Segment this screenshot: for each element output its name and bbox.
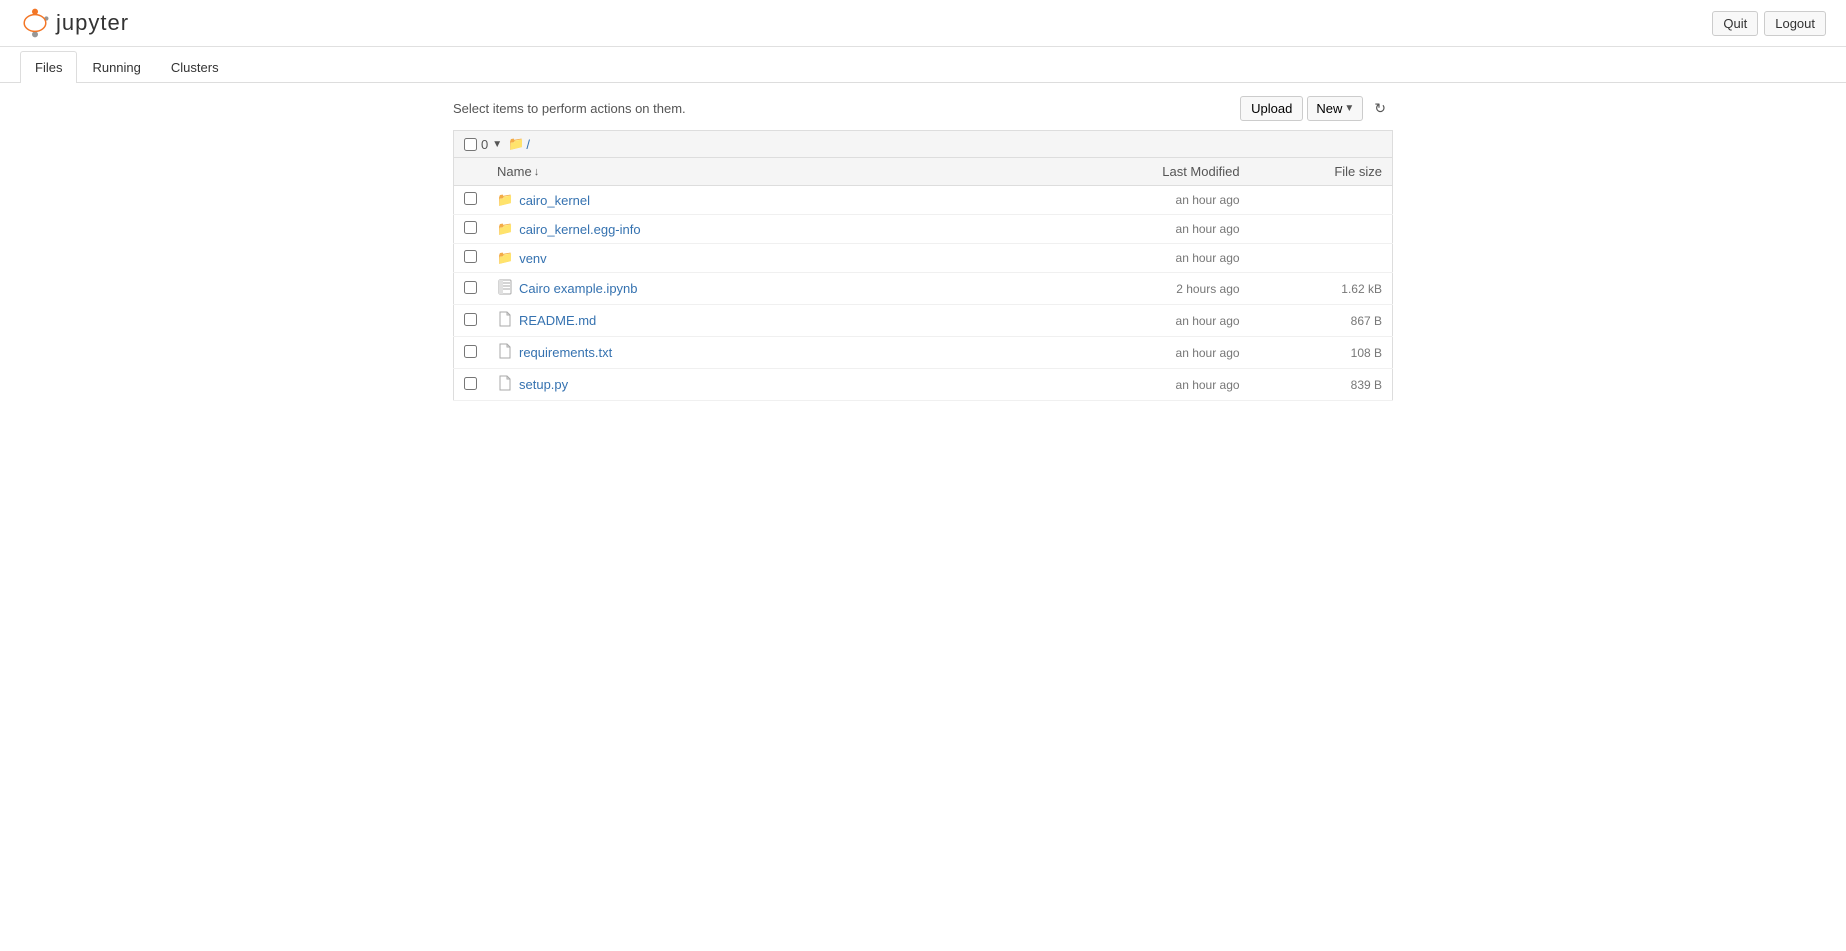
file-link[interactable]: requirements.txt (519, 345, 612, 360)
select-all-checkbox[interactable] (464, 138, 477, 151)
new-button[interactable]: New ▼ (1307, 96, 1363, 121)
selected-count: 0 (481, 137, 488, 152)
table-row: 📁 cairo_kernel an hour ago (454, 186, 1393, 215)
row-size-cell (1260, 186, 1393, 215)
file-icon (497, 375, 513, 394)
row-checkbox-cell (454, 337, 488, 369)
folder-icon: 📁 (497, 221, 513, 237)
tab-running[interactable]: Running (77, 51, 155, 83)
row-checkbox-cell (454, 244, 488, 273)
row-modified-cell: an hour ago (1050, 244, 1259, 273)
table-row: README.md an hour ago867 B (454, 305, 1393, 337)
table-row: Cairo example.ipynb 2 hours ago1.62 kB (454, 273, 1393, 305)
row-name-cell: 📁 cairo_kernel.egg-info (487, 215, 1050, 244)
row-checkbox-cell (454, 369, 488, 401)
upload-button[interactable]: Upload (1240, 96, 1303, 121)
dropdown-arrow[interactable]: ▼ (492, 139, 502, 150)
row-size-cell: 108 B (1260, 337, 1393, 369)
row-name-cell: README.md (487, 305, 1050, 337)
row-modified-cell: an hour ago (1050, 215, 1259, 244)
refresh-button[interactable]: ↻ (1367, 95, 1393, 122)
row-checkbox[interactable] (464, 250, 477, 263)
app-title: jupyter (56, 10, 129, 36)
notebook-icon (497, 279, 513, 298)
row-name-cell: setup.py (487, 369, 1050, 401)
row-checkbox[interactable] (464, 313, 477, 326)
row-modified-cell: an hour ago (1050, 369, 1259, 401)
header: jupyter Quit Logout (0, 0, 1846, 47)
row-name-cell: 📁 cairo_kernel (487, 186, 1050, 215)
file-link[interactable]: setup.py (519, 377, 568, 392)
tabs-bar: Files Running Clusters (0, 51, 1846, 83)
table-control-row: 0 ▼ 📁 / (453, 130, 1393, 157)
row-checkbox-cell (454, 186, 488, 215)
tab-files[interactable]: Files (20, 51, 77, 83)
row-size-cell: 839 B (1260, 369, 1393, 401)
row-modified-cell: 2 hours ago (1050, 273, 1259, 305)
file-link[interactable]: venv (519, 251, 546, 266)
row-checkbox[interactable] (464, 377, 477, 390)
row-checkbox-cell (454, 305, 488, 337)
row-name-cell: Cairo example.ipynb (487, 273, 1050, 305)
row-size-cell (1260, 215, 1393, 244)
folder-icon: 📁 (497, 250, 513, 266)
row-checkbox[interactable] (464, 345, 477, 358)
row-modified-cell: an hour ago (1050, 186, 1259, 215)
col-header-modified[interactable]: Last Modified (1050, 158, 1259, 186)
file-icon (497, 343, 513, 362)
file-link[interactable]: cairo_kernel (519, 193, 590, 208)
select-info: Select items to perform actions on them. (453, 101, 686, 116)
file-table: Name ↓ Last Modified File size 📁 cairo_ke… (453, 157, 1393, 401)
row-name-cell: requirements.txt (487, 337, 1050, 369)
file-link[interactable]: README.md (519, 313, 596, 328)
file-browser-toolbar: Select items to perform actions on them.… (453, 95, 1393, 122)
row-size-cell (1260, 244, 1393, 273)
row-checkbox[interactable] (464, 221, 477, 234)
new-dropdown-caret: ▼ (1344, 103, 1354, 114)
table-row: setup.py an hour ago839 B (454, 369, 1393, 401)
file-table-body: 📁cairo_kernelan hour ago📁cairo_kernel.eg… (454, 186, 1393, 401)
row-modified-cell: an hour ago (1050, 337, 1259, 369)
jupyter-logo-icon (20, 8, 50, 38)
row-checkbox-cell (454, 273, 488, 305)
toolbar-actions: Upload New ▼ ↻ (1240, 95, 1393, 122)
col-header-size[interactable]: File size (1260, 158, 1393, 186)
main-content: Select items to perform actions on them.… (433, 83, 1413, 413)
file-link[interactable]: Cairo example.ipynb (519, 281, 638, 296)
row-checkbox[interactable] (464, 192, 477, 205)
folder-icon: 📁 (497, 192, 513, 208)
row-checkbox-cell (454, 215, 488, 244)
header-buttons: Quit Logout (1712, 11, 1826, 36)
row-name-cell: 📁 venv (487, 244, 1050, 273)
table-row: 📁 venv an hour ago (454, 244, 1393, 273)
col-header-name[interactable]: Name ↓ (487, 158, 1050, 186)
table-row: requirements.txt an hour ago108 B (454, 337, 1393, 369)
file-link[interactable]: cairo_kernel.egg-info (519, 222, 640, 237)
quit-button[interactable]: Quit (1712, 11, 1758, 36)
name-sort-arrow: ↓ (534, 166, 540, 178)
file-icon (497, 311, 513, 330)
logout-button[interactable]: Logout (1764, 11, 1826, 36)
logo-area: jupyter (20, 8, 129, 38)
row-checkbox[interactable] (464, 281, 477, 294)
row-size-cell: 867 B (1260, 305, 1393, 337)
table-row: 📁 cairo_kernel.egg-info an hour ago (454, 215, 1393, 244)
row-size-cell: 1.62 kB (1260, 273, 1393, 305)
file-table-header: Name ↓ Last Modified File size (454, 158, 1393, 186)
check-all-area[interactable]: 0 ▼ (464, 137, 502, 152)
folder-path: 📁 / (508, 136, 530, 152)
folder-icon: 📁 (508, 136, 524, 152)
row-modified-cell: an hour ago (1050, 305, 1259, 337)
col-header-check (454, 158, 488, 186)
tab-clusters[interactable]: Clusters (156, 51, 234, 83)
